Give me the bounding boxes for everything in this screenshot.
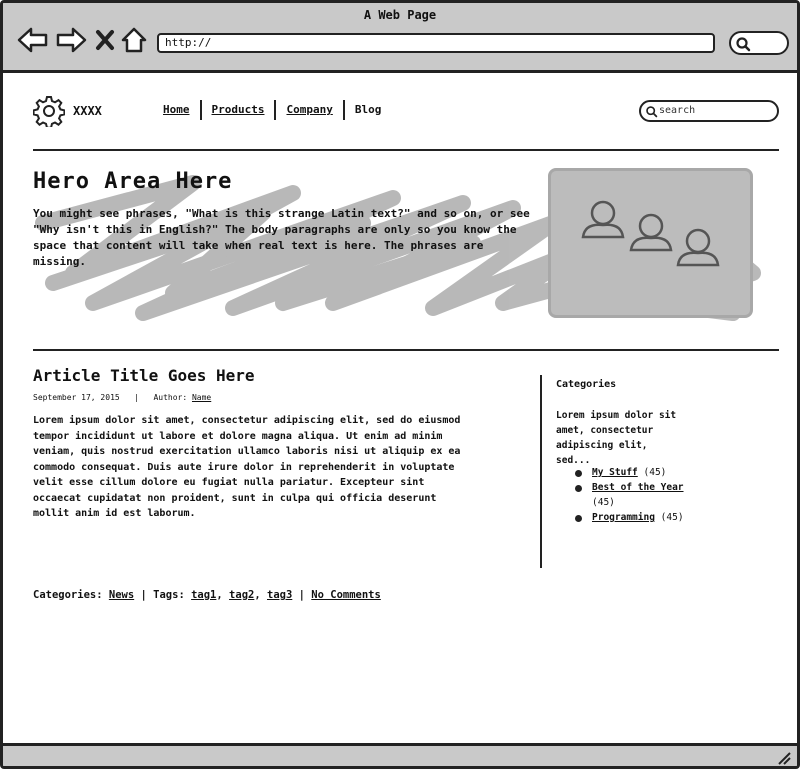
post-title[interactable]: Article Title Goes Here bbox=[33, 366, 255, 385]
nav-link-blog[interactable]: Blog bbox=[345, 100, 392, 120]
forward-arrow-icon[interactable] bbox=[55, 27, 87, 53]
nav-link-home[interactable]: Home bbox=[163, 100, 200, 120]
category-link[interactable]: Programming bbox=[592, 512, 655, 523]
category-link[interactable]: News bbox=[109, 589, 134, 601]
sidebar-heading: Categories bbox=[556, 379, 617, 390]
category-link[interactable]: Best of the Year bbox=[592, 482, 684, 493]
categories-label: Categories: bbox=[33, 589, 103, 601]
gear-icon[interactable] bbox=[32, 95, 66, 129]
hero-image bbox=[548, 168, 753, 318]
url-bar[interactable]: http:// bbox=[157, 33, 715, 53]
search-icon bbox=[736, 37, 751, 52]
list-item: Best of the Year (45) bbox=[573, 480, 703, 510]
back-arrow-icon[interactable] bbox=[17, 27, 49, 53]
sidebar-text: Lorem ipsum dolor sit amet, consectetur … bbox=[556, 410, 677, 466]
hero-divider bbox=[33, 349, 779, 351]
sidebar-divider bbox=[540, 375, 542, 568]
category-count: (45) bbox=[643, 467, 667, 478]
tags-label: Tags: bbox=[153, 589, 185, 601]
nav-link-products[interactable]: Products bbox=[202, 100, 275, 120]
browser-search-field[interactable] bbox=[729, 31, 789, 55]
list-item: Programming (45) bbox=[573, 510, 703, 525]
close-icon[interactable] bbox=[95, 27, 115, 53]
comments-link[interactable]: No Comments bbox=[311, 589, 381, 601]
home-icon[interactable] bbox=[121, 27, 147, 53]
author-label: Author: bbox=[153, 393, 188, 402]
users-icon bbox=[581, 200, 720, 267]
post-footer: Categories: News | Tags: tag1, tag2, tag… bbox=[33, 589, 381, 601]
nav-link-company[interactable]: Company bbox=[276, 100, 342, 120]
post-date: September 17, 2015 bbox=[33, 393, 120, 402]
sidebar-category-list: My Stuff (45) Best of the Year (45) Prog… bbox=[573, 465, 703, 525]
site-search-input[interactable]: search bbox=[639, 100, 779, 122]
hero-title: Hero Area Here bbox=[33, 169, 233, 194]
site-search-placeholder: search bbox=[659, 105, 696, 116]
list-item: My Stuff (45) bbox=[573, 465, 703, 480]
category-link[interactable]: My Stuff bbox=[592, 467, 638, 478]
post-body: Lorem ipsum dolor sit amet, consectetur … bbox=[33, 415, 461, 519]
author-link[interactable]: Name bbox=[192, 393, 211, 402]
meta-separator: | bbox=[134, 393, 139, 402]
hero-text: You might see phrases, "What is this str… bbox=[33, 207, 530, 268]
tag-link[interactable]: tag1 bbox=[191, 589, 216, 601]
site-name[interactable]: XXXX bbox=[73, 104, 102, 118]
category-count: (45) bbox=[660, 512, 684, 523]
search-icon bbox=[646, 106, 658, 118]
category-count: (45) bbox=[592, 497, 615, 508]
browser-window: A Web Page http:// XXXX Home Products Co… bbox=[0, 0, 800, 769]
footer-separator: | bbox=[140, 589, 147, 601]
footer-separator: | bbox=[298, 589, 305, 601]
header-divider bbox=[33, 149, 779, 151]
browser-status-bar bbox=[3, 743, 797, 766]
resize-grip-icon[interactable] bbox=[777, 751, 791, 765]
site-nav: Home Products Company Blog bbox=[163, 100, 391, 120]
post-meta: September 17, 2015 | Author: Name bbox=[33, 393, 211, 402]
window-title: A Web Page bbox=[363, 8, 437, 22]
browser-toolbar: A Web Page http:// bbox=[3, 3, 797, 73]
tag-link[interactable]: tag3 bbox=[267, 589, 292, 601]
tag-link[interactable]: tag2 bbox=[229, 589, 254, 601]
